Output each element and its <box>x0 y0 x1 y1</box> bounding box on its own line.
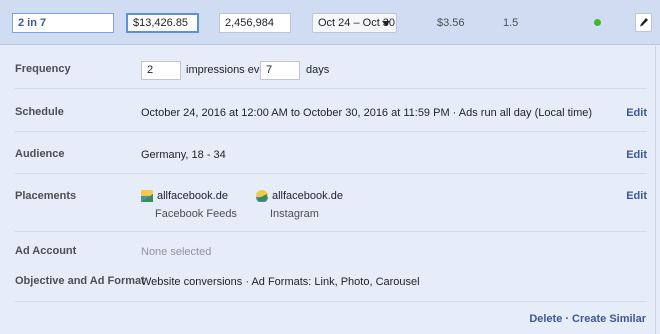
edit-pencil-button[interactable] <box>635 13 652 32</box>
campaign-details-panel: Frequency 2 impressions every 7 days Sch… <box>0 46 656 334</box>
audience-row: Audience Germany, 18 - 34 Edit <box>15 132 647 174</box>
audience-edit-link[interactable]: Edit <box>626 149 647 161</box>
reach-input[interactable]: 2,456,984 <box>219 13 291 33</box>
days-text: days <box>306 64 330 76</box>
status-indicator-icon <box>594 19 601 26</box>
placement-platform: Instagram <box>270 208 319 220</box>
ad-account-label: Ad Account <box>15 245 77 257</box>
placement-platform: Facebook Feeds <box>155 208 237 220</box>
ad-account-value: None selected <box>141 246 212 258</box>
placement-account-name: allfacebook.de <box>272 190 343 202</box>
delete-link[interactable]: Delete <box>529 313 562 325</box>
frequency-value: 1.5 <box>503 17 519 29</box>
schedule-value: October 24, 2016 at 12:00 AM to October … <box>141 107 593 119</box>
campaign-row: 2 in 7 $13,426.85 2,456,984 Oct 24 – Oct… <box>0 0 660 45</box>
audience-value: Germany, 18 - 34 <box>141 149 226 161</box>
pencil-icon <box>640 18 648 27</box>
create-similar-link[interactable]: Create Similar <box>572 313 646 325</box>
ad-account-row: Ad Account None selected <box>15 232 647 262</box>
frequency-row: Frequency 2 impressions every 7 days <box>15 46 647 89</box>
placement-page-name: allfacebook.de <box>157 190 228 202</box>
cost-value: $3.56 <box>437 17 465 29</box>
schedule-row: Schedule October 24, 2016 at 12:00 AM to… <box>15 89 647 132</box>
objective-row: Objective and Ad Format Website conversi… <box>15 262 647 302</box>
objective-value: Website conversions · Ad Formats: Link, … <box>141 276 420 288</box>
objective-label: Objective and Ad Format <box>15 275 145 287</box>
audience-label: Audience <box>15 148 65 160</box>
days-count-input[interactable]: 7 <box>260 61 300 80</box>
bid-input[interactable]: $13,426.85 <box>126 13 199 33</box>
placements-row: Placements allfacebook.de Facebook Feeds… <box>15 174 647 232</box>
campaign-name-input[interactable]: 2 in 7 <box>12 13 114 33</box>
impressions-count-input[interactable]: 2 <box>141 61 181 80</box>
chevron-down-icon <box>382 21 390 26</box>
schedule-edit-link[interactable]: Edit <box>626 107 647 119</box>
frequency-label: Frequency <box>15 63 71 75</box>
footer-actions: Delete · Create Similar <box>529 313 646 325</box>
facebook-page-icon <box>141 190 153 202</box>
placements-edit-link[interactable]: Edit <box>626 190 647 202</box>
placements-label: Placements <box>15 190 77 202</box>
instagram-account-icon <box>256 190 268 202</box>
schedule-label: Schedule <box>15 106 64 118</box>
footer-separator: · <box>565 313 570 325</box>
date-range-select[interactable]: Oct 24 – Oct 30 <box>312 13 397 33</box>
